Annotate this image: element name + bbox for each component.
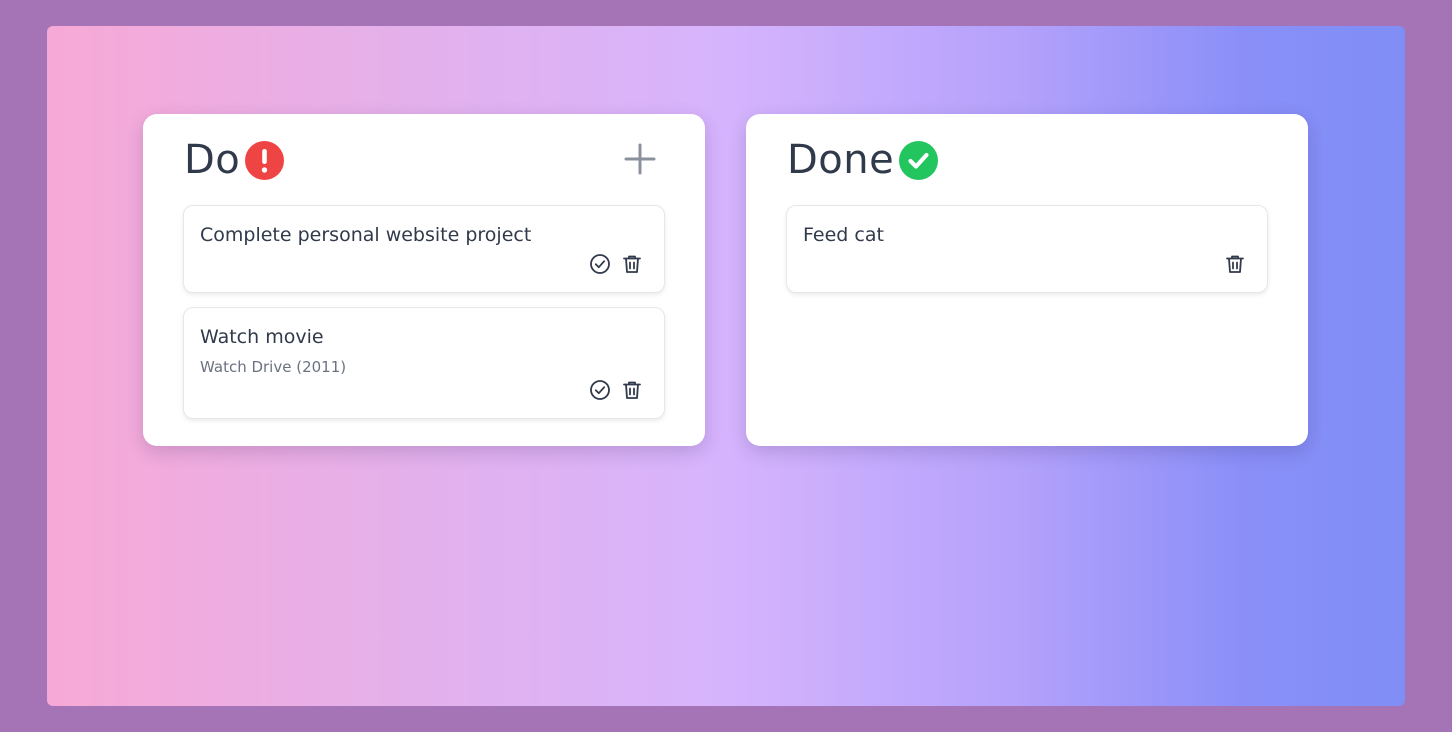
done-column: Done Feed cat: [746, 114, 1308, 446]
task-title: Watch movie: [200, 326, 324, 348]
delete-task-button[interactable]: [620, 378, 644, 402]
add-task-button[interactable]: [623, 142, 657, 176]
task-actions: [588, 378, 644, 402]
task-description: Watch Drive (2011): [200, 358, 347, 376]
task-card: Complete personal website project: [183, 205, 665, 293]
exclamation-circle-icon: [245, 140, 285, 180]
trash-icon: [623, 381, 641, 399]
delete-task-button[interactable]: [1223, 252, 1247, 276]
do-column-header: Do: [184, 134, 285, 186]
plus-icon: [624, 143, 656, 175]
check-circle-icon: [590, 254, 610, 274]
check-circle-icon: [590, 380, 610, 400]
trash-icon: [623, 255, 641, 273]
done-column-header: Done: [787, 134, 939, 186]
do-column: Do Complete personal website project Wat…: [143, 114, 705, 446]
task-card: Feed cat: [786, 205, 1268, 293]
task-card: Watch movie Watch Drive (2011): [183, 307, 665, 419]
task-title: Complete personal website project: [200, 224, 532, 246]
delete-task-button[interactable]: [620, 252, 644, 276]
complete-task-button[interactable]: [588, 378, 612, 402]
task-actions: [588, 252, 644, 276]
done-column-title: Done: [787, 137, 895, 183]
board-background: Do Complete personal website project Wat…: [47, 26, 1405, 706]
check-circle-filled-icon: [899, 140, 939, 180]
do-column-title: Do: [184, 137, 241, 183]
task-title: Feed cat: [803, 224, 884, 246]
complete-task-button[interactable]: [588, 252, 612, 276]
trash-icon: [1226, 255, 1244, 273]
task-actions: [1223, 252, 1247, 276]
